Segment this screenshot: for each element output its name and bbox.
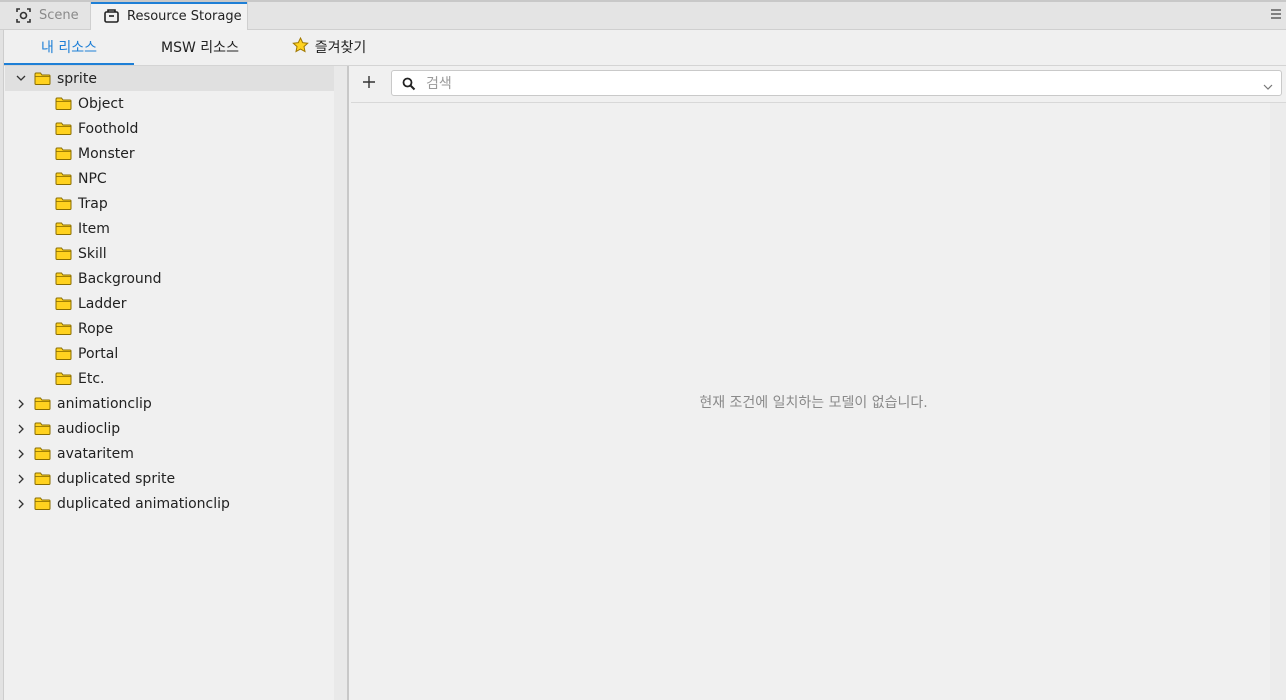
tree-item-label: duplicated animationclip: [57, 495, 230, 512]
tree-item[interactable]: Trap: [5, 191, 334, 216]
tree-item-label: Ladder: [78, 295, 127, 312]
panel-menu-icon[interactable]: [1270, 8, 1282, 22]
subtab-msw-resources[interactable]: MSW 리소스: [137, 30, 263, 64]
tree-item-label: Foothold: [78, 120, 139, 137]
tree-item[interactable]: Foothold: [5, 116, 334, 141]
search-input[interactable]: [424, 74, 1248, 94]
tree-item[interactable]: Object: [5, 91, 334, 116]
folder-icon: [34, 397, 51, 410]
search-box[interactable]: [391, 70, 1282, 96]
folder-icon: [55, 247, 72, 260]
scene-icon: [16, 8, 31, 23]
subtab-label: MSW 리소스: [161, 40, 239, 56]
tab-scene[interactable]: Scene: [0, 2, 90, 29]
tree-item-label: audioclip: [57, 420, 121, 437]
chevron-right-icon[interactable]: [14, 497, 28, 511]
tree-item[interactable]: duplicated animationclip: [5, 491, 334, 516]
tree-item-label: Etc.: [78, 370, 105, 387]
tree-item[interactable]: Ladder: [5, 291, 334, 316]
tab-label: Scene: [39, 8, 79, 23]
folder-icon: [55, 272, 72, 285]
tree-item[interactable]: Rope: [5, 316, 334, 341]
tree-item[interactable]: audioclip: [5, 416, 334, 441]
folder-icon: [55, 197, 72, 210]
subtab-favorites[interactable]: 즐겨찾기: [269, 30, 389, 64]
tree-item[interactable]: Portal: [5, 341, 334, 366]
folder-icon: [55, 347, 72, 360]
folder-icon: [55, 297, 72, 310]
folder-icon: [34, 472, 51, 485]
content-scrollbar[interactable]: [1270, 103, 1286, 700]
tree-item-label: Rope: [78, 320, 114, 337]
folder-icon: [55, 372, 72, 385]
chevron-right-icon[interactable]: [14, 422, 28, 436]
storage-icon: [104, 9, 119, 23]
tree-item-label: Skill: [78, 245, 107, 262]
tree-item[interactable]: NPC: [5, 166, 334, 191]
tree-item-label: sprite: [57, 70, 97, 87]
tree-item[interactable]: Skill: [5, 241, 334, 266]
folder-icon: [55, 322, 72, 335]
tree-item[interactable]: avataritem: [5, 441, 334, 466]
folder-icon: [34, 72, 51, 85]
panel-left-edge: [0, 30, 4, 700]
folder-icon: [34, 447, 51, 460]
tree-item-label: NPC: [78, 170, 107, 187]
tree-item-sprite[interactable]: sprite: [5, 66, 334, 91]
chevron-right-icon[interactable]: [14, 397, 28, 411]
add-icon[interactable]: [361, 74, 377, 90]
content-toolbar: [351, 66, 1286, 103]
tree-item[interactable]: animationclip: [5, 391, 334, 416]
empty-state-message: 현재 조건에 일치하는 모델이 없습니다.: [699, 395, 928, 411]
tree-item-label: Monster: [78, 145, 135, 162]
tree-item[interactable]: Item: [5, 216, 334, 241]
folder-icon: [55, 97, 72, 110]
folder-tree: sprite Object Foothold Monster NPC Trap Item Sk…: [5, 66, 334, 700]
tree-item-label: Trap: [78, 195, 108, 212]
folder-icon: [55, 147, 72, 160]
tree-item-label: duplicated sprite: [57, 470, 176, 487]
chevron-down-icon[interactable]: [1263, 80, 1273, 95]
folder-icon: [55, 172, 72, 185]
folder-icon: [34, 497, 51, 510]
folder-icon: [55, 222, 72, 235]
tree-item[interactable]: Background: [5, 266, 334, 291]
tree-item-label: Portal: [78, 345, 119, 362]
tree-item[interactable]: Monster: [5, 141, 334, 166]
resource-subtabs: 내 리소스 MSW 리소스 즐겨찾기: [4, 30, 1286, 66]
folder-icon: [34, 422, 51, 435]
subtab-my-resources[interactable]: 내 리소스: [4, 30, 134, 65]
chevron-right-icon[interactable]: [14, 447, 28, 461]
tree-item[interactable]: duplicated sprite: [5, 466, 334, 491]
chevron-down-icon[interactable]: [14, 72, 28, 86]
tree-scrollbar[interactable]: [334, 66, 349, 700]
tree-item-label: Background: [78, 270, 162, 287]
tree-item[interactable]: Etc.: [5, 366, 334, 391]
tab-label: Resource Storage: [127, 8, 242, 24]
star-icon: [291, 36, 315, 57]
tab-resource-storage[interactable]: Resource Storage: [90, 2, 248, 30]
folder-icon: [55, 122, 72, 135]
search-icon: [402, 77, 416, 95]
tree-item-label: animationclip: [57, 395, 152, 412]
subtab-label: 즐겨찾기: [314, 40, 367, 56]
resource-content-area: 현재 조건에 일치하는 모델이 없습니다.: [351, 66, 1286, 700]
document-tab-bar: Scene Resource Storage: [0, 2, 1286, 30]
tree-item-label: Item: [78, 220, 110, 237]
tree-item-label: avataritem: [57, 445, 134, 462]
tree-item-label: Object: [78, 95, 124, 112]
subtab-label: 내 리소스: [41, 39, 97, 56]
chevron-right-icon[interactable]: [14, 472, 28, 486]
